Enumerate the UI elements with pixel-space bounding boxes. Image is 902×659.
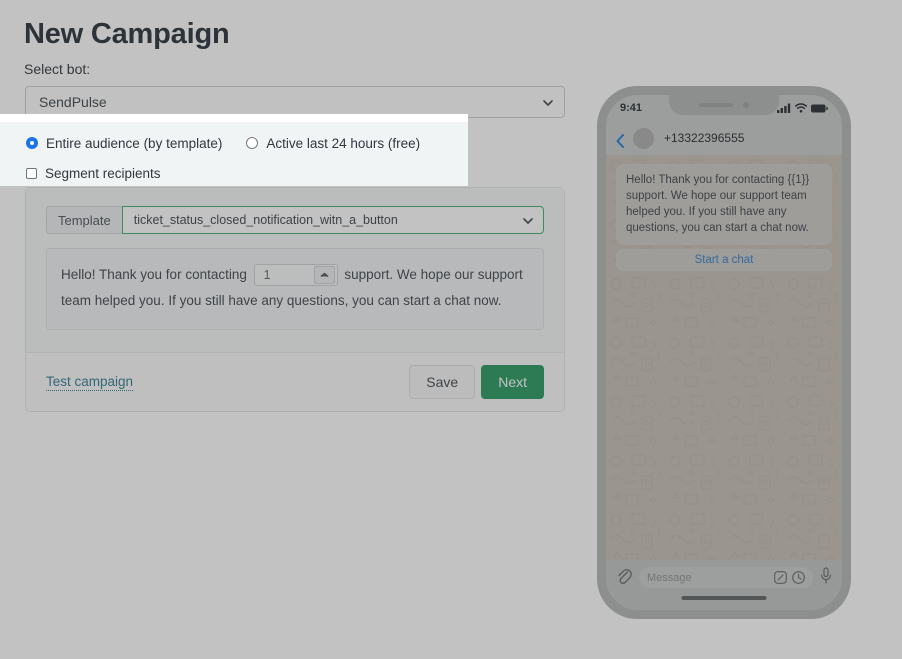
avatar <box>633 128 654 149</box>
clock-icon[interactable] <box>792 571 805 584</box>
footer-buttons: Save Next <box>409 365 544 399</box>
radio-active-last-24-hours-label[interactable]: Active last 24 hours (free) <box>266 136 420 151</box>
template-row: Template ticket_status_closed_notificati… <box>46 206 544 234</box>
template-select[interactable]: ticket_status_closed_notification_witn_a… <box>122 206 544 234</box>
audience-options-body: Entire audience (by template) Active las… <box>0 122 468 186</box>
chat-header: +13322396555 <box>606 121 842 155</box>
campaign-card: Template ticket_status_closed_notificati… <box>25 187 565 412</box>
home-indicator <box>682 596 767 600</box>
checkbox-segment-recipients[interactable] <box>26 168 37 179</box>
chat-area: Hello! Thank you for contacting {{1}} su… <box>606 155 842 560</box>
variable-stepper[interactable]: 1 <box>254 264 338 286</box>
sticker-icon[interactable] <box>774 571 787 584</box>
chat-contact-number: +13322396555 <box>664 131 744 145</box>
chat-message-bubble: Hello! Thank you for contacting {{1}} su… <box>616 164 832 245</box>
popup-top-cap <box>0 114 468 122</box>
message-input-placeholder: Message <box>647 572 769 584</box>
radio-active-last-24-hours[interactable] <box>246 137 258 149</box>
front-camera-icon <box>743 102 749 108</box>
audience-options-popup: Entire audience (by template) Active las… <box>0 114 468 186</box>
template-preview: Hello! Thank you for contacting 1 suppor… <box>46 248 544 330</box>
preview-text-before: Hello! Thank you for contacting <box>61 267 247 282</box>
next-button[interactable]: Next <box>481 365 544 399</box>
chevron-down-icon <box>543 98 553 108</box>
radio-entire-audience-label[interactable]: Entire audience (by template) <box>46 136 222 151</box>
wifi-icon <box>795 103 807 113</box>
status-time: 9:41 <box>620 102 642 114</box>
page-title: New Campaign <box>24 18 229 51</box>
template-addon-label: Template <box>46 206 122 234</box>
phone-preview: 9:41 <box>597 86 851 619</box>
battery-icon <box>811 104 828 113</box>
segment-recipients-row: Segment recipients <box>0 162 468 184</box>
message-input[interactable]: Message <box>639 567 813 588</box>
back-arrow-icon[interactable] <box>616 134 625 143</box>
campaign-card-footer: Test campaign Save Next <box>26 353 564 411</box>
select-bot-label: Select bot: <box>24 61 90 77</box>
variable-stepper-value: 1 <box>255 265 271 285</box>
status-icons <box>777 103 828 113</box>
cellular-signal-icon <box>777 103 791 113</box>
chat-input-bar: Message <box>606 560 842 610</box>
chat-action-button[interactable]: Start a chat <box>616 249 832 271</box>
test-campaign-link[interactable]: Test campaign <box>46 374 133 391</box>
speaker-grille <box>699 103 733 107</box>
campaign-card-body: Template ticket_status_closed_notificati… <box>26 188 564 353</box>
radio-entire-audience[interactable] <box>26 137 38 149</box>
chevron-up-icon[interactable] <box>314 266 335 284</box>
audience-radio-row: Entire audience (by template) Active las… <box>0 132 468 154</box>
chevron-down-icon <box>523 216 533 226</box>
attachment-icon[interactable] <box>616 567 632 587</box>
phone-notch <box>669 95 779 115</box>
save-button[interactable]: Save <box>409 365 475 399</box>
template-select-value: ticket_status_closed_notification_witn_a… <box>134 213 398 227</box>
microphone-icon[interactable] <box>820 567 832 585</box>
checkbox-segment-recipients-label[interactable]: Segment recipients <box>45 166 161 181</box>
phone-screen: 9:41 <box>606 95 842 610</box>
app-root: New Campaign Select bot: SendPulse Templ… <box>0 0 902 659</box>
bot-select-value: SendPulse <box>39 94 107 110</box>
